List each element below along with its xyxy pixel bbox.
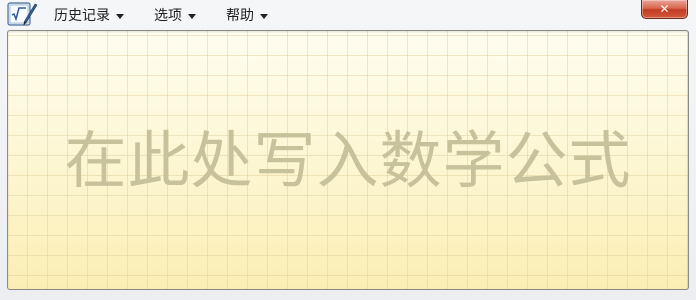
close-button[interactable]: ✕: [641, 0, 688, 19]
math-input-panel-icon[interactable]: [6, 0, 38, 29]
menu-history-label: 历史记录: [54, 8, 110, 24]
title-bar: 历史记录 选项 帮助 ✕: [0, 0, 696, 30]
window-bottom-frame: [0, 290, 696, 300]
menu-options-label: 选项: [154, 8, 182, 24]
menu-history[interactable]: 历史记录: [44, 4, 134, 26]
menu-help-label: 帮助: [226, 8, 254, 24]
menu-options[interactable]: 选项: [144, 4, 206, 26]
close-icon: ✕: [659, 2, 670, 16]
writing-pad-placeholder: 在此处写入数学公式: [64, 124, 632, 197]
menu-bar: 历史记录 选项 帮助: [44, 4, 288, 26]
chevron-down-icon: [116, 13, 124, 19]
writing-pad[interactable]: 在此处写入数学公式: [7, 30, 689, 290]
chevron-down-icon: [188, 13, 196, 19]
menu-help[interactable]: 帮助: [216, 4, 278, 26]
chevron-down-icon: [260, 13, 268, 19]
